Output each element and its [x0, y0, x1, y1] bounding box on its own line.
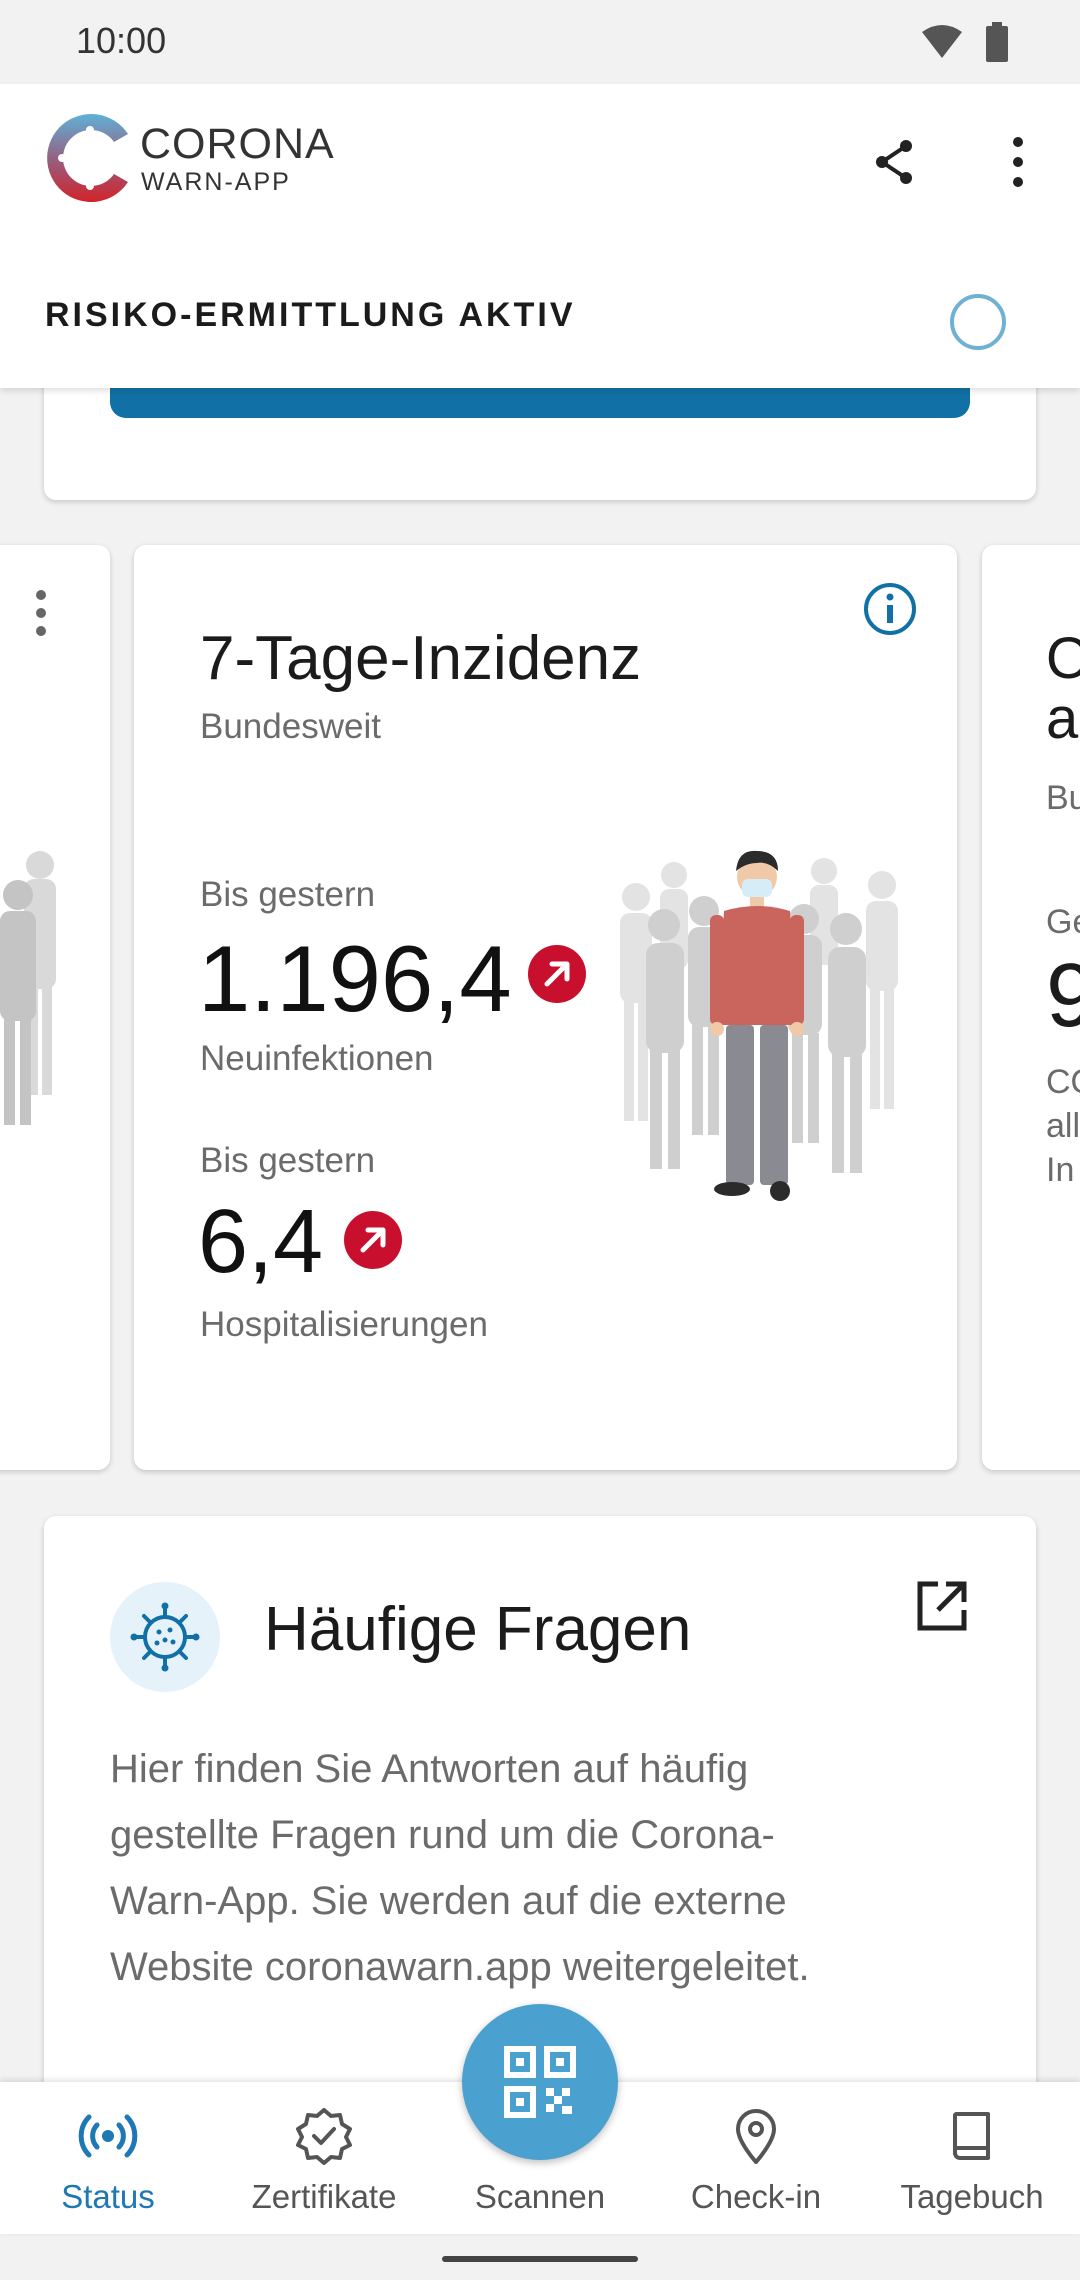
next-card-value: 9: [1046, 946, 1080, 1046]
nav-item-status[interactable]: Status: [0, 2082, 216, 2234]
incidence-title: 7-Tage-Inzidenz: [200, 624, 642, 693]
scan-fab-button[interactable]: [462, 2004, 618, 2160]
home-gesture-handle[interactable]: [442, 2256, 638, 2262]
logo-subtitle: WARN-APP: [141, 168, 291, 196]
certificate-badge-icon: [296, 2108, 352, 2165]
nav-item-tagebuch[interactable]: Tagebuch: [864, 2082, 1080, 2234]
next-card-title-line1: O: [1046, 626, 1080, 691]
nav-item-zertifikate[interactable]: Zertifikate: [216, 2082, 432, 2234]
external-link-icon[interactable]: [914, 1578, 970, 1634]
hospitalizations-label: Bis gestern: [200, 1141, 376, 1180]
nav-label-tagebuch: Tagebuch: [900, 2178, 1044, 2215]
infections-caption: Neuinfektionen: [200, 1039, 434, 1078]
next-card-subtitle: Bu: [1046, 779, 1080, 817]
nav-label-scannen: Scannen: [474, 2178, 606, 2215]
nav-label-zertifikate: Zertifikate: [251, 2178, 397, 2215]
nav-label-check-in: Check-in: [690, 2178, 822, 2215]
diary-book-icon: [953, 2112, 990, 2160]
status-bar: 10:00: [0, 0, 1080, 84]
more-options-icon[interactable]: [1000, 134, 1036, 190]
faq-description: Hier finden Sie Antworten auf häufig ges…: [110, 1747, 810, 1989]
infections-label: Bis gestern: [200, 875, 376, 914]
app-header: CORONA WARN-APP RISIKO-ERMITTLUNG AKTIV: [0, 84, 1080, 388]
risk-status-label: RISIKO-ERMITTLUNG AKTIV: [45, 296, 576, 334]
status-time: 10:00: [76, 20, 167, 61]
next-card-label: Ge: [1046, 903, 1080, 941]
next-card-desc-line3: In: [1046, 1151, 1075, 1189]
location-pin-icon: [736, 2109, 776, 2164]
trend-up-icon: [528, 945, 586, 1003]
incidence-subtitle: Bundesweit: [200, 707, 381, 746]
incidence-card: 7-Tage-Inzidenz Bundesweit Bis gestern 1…: [134, 545, 957, 1470]
crowd-illustration: [0, 851, 56, 1125]
gesture-navigation-bar: [0, 2234, 1080, 2280]
battery-icon: [986, 22, 1008, 62]
corona-warn-app-logo-icon: [47, 114, 128, 202]
logo-title: CORONA: [140, 120, 335, 168]
nav-label-status: Status: [61, 2178, 155, 2215]
faq-title: Häufige Fragen: [264, 1595, 692, 1664]
status-radar-icon: [78, 2114, 138, 2158]
more-options-icon[interactable]: [34, 589, 48, 637]
info-icon[interactable]: [862, 581, 918, 637]
trend-up-icon: [344, 1211, 402, 1269]
qr-code-icon: [504, 2046, 576, 2118]
hospitalizations-value: 6,4: [198, 1192, 324, 1292]
hospitalizations-caption: Hospitalisierungen: [200, 1305, 488, 1344]
next-card-desc-line1: CO: [1046, 1063, 1080, 1101]
next-card-title-line2: a: [1046, 686, 1079, 751]
person-with-mask-illustration: [620, 850, 898, 1201]
share-icon[interactable]: [866, 134, 922, 190]
nav-item-check-in[interactable]: Check-in: [648, 2082, 864, 2234]
next-card-desc-line2: all: [1046, 1107, 1080, 1145]
risk-card-button[interactable]: [110, 388, 970, 418]
risk-progress-spinner: [950, 294, 1006, 350]
statistics-card-next[interactable]: O a Bu Ge 9 CO all In: [982, 545, 1080, 1470]
wifi-icon: [922, 25, 962, 58]
statistics-card-previous[interactable]: [0, 545, 110, 1470]
virus-icon: [110, 1582, 220, 1692]
infections-value: 1.196,4: [198, 926, 512, 1031]
